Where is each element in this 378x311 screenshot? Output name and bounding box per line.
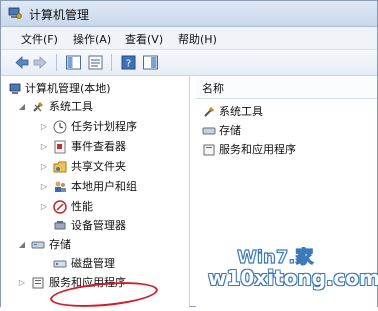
forward-icon[interactable] <box>32 54 49 71</box>
window: 计算机管理 文件(F) 操作(A) 查看(V) 帮助(H) ? 计算机管理(本地… <box>0 0 378 311</box>
tree-label: 系统工具 <box>49 100 93 113</box>
shared-folder-icon <box>53 161 67 173</box>
collapse-icon[interactable]: ◢ <box>17 102 27 112</box>
properties-icon[interactable] <box>87 54 104 71</box>
name-column-label: 名称 <box>202 82 224 95</box>
tree-item-device-manager[interactable]: 设备管理器 <box>53 217 163 235</box>
expand-icon[interactable]: ▷ <box>39 122 49 132</box>
list-item-storage[interactable]: 存储 <box>202 122 342 140</box>
services-apps-icon <box>32 277 44 289</box>
tree-label: 磁盘管理 <box>71 257 115 270</box>
tree-label: 性能 <box>71 200 93 213</box>
back-icon[interactable] <box>13 54 30 71</box>
title-bar: 计算机管理 <box>1 1 377 27</box>
performance-icon <box>53 200 67 214</box>
tree-label: 设备管理器 <box>71 219 126 232</box>
computer-management-icon <box>9 83 21 94</box>
tree-label: 本地用户和组 <box>71 180 137 193</box>
list-item-services-apps[interactable]: 服务和应用程序 <box>202 141 372 159</box>
svg-text:?: ? <box>126 59 131 70</box>
list-item-label: 服务和应用程序 <box>219 143 296 156</box>
tree-root-label: 计算机管理(本地) <box>25 82 111 95</box>
window-title: 计算机管理 <box>29 8 90 22</box>
show-action-pane-icon[interactable] <box>142 54 159 71</box>
computer-management-icon <box>8 7 22 19</box>
tree-label: 任务计划程序 <box>71 120 137 133</box>
clock-icon <box>53 120 67 134</box>
menu-help[interactable]: 帮助(H) <box>178 31 217 47</box>
tree-item-system-tools[interactable]: ◢ 系统工具 <box>17 98 157 116</box>
expand-icon[interactable]: ▷ <box>39 142 49 152</box>
svg-text:Win7.家: Win7.家 <box>237 247 314 267</box>
list-item-label: 存储 <box>219 124 241 137</box>
users-icon <box>55 181 66 192</box>
show-hide-tree-icon[interactable] <box>65 54 82 71</box>
tree-item-event-viewer[interactable]: ▷ 事件查看器 <box>39 138 179 156</box>
expand-icon[interactable]: ▷ <box>39 202 49 212</box>
tree-root[interactable]: 计算机管理(本地) <box>9 80 169 98</box>
watermark-url: w10xitong.com <box>208 266 378 290</box>
tree-label: 存储 <box>49 238 71 251</box>
expand-icon[interactable]: ▷ <box>39 182 49 192</box>
help-icon[interactable]: ? <box>120 54 137 71</box>
storage-icon <box>202 127 216 135</box>
disk-management-icon <box>53 260 67 268</box>
menu-bar: 文件(F) 操作(A) 查看(V) 帮助(H) <box>1 27 377 50</box>
toolbar: ? <box>1 50 377 76</box>
storage-icon <box>31 241 45 249</box>
list-item-label: 系统工具 <box>219 105 263 118</box>
tree-item-shared-folders[interactable]: ▷ 共享文件夹 <box>39 158 179 176</box>
expand-icon[interactable]: ▷ <box>17 278 27 288</box>
toolbar-separator <box>111 54 112 71</box>
watermark-logo: Win7.家 <box>236 245 377 268</box>
menu-file[interactable]: 文件(F) <box>21 31 58 47</box>
menu-view[interactable]: 查看(V) <box>125 31 163 47</box>
device-manager-icon <box>54 221 66 230</box>
toolbar-separator <box>56 54 57 71</box>
services-apps-icon <box>203 144 215 156</box>
tree-item-performance[interactable]: ▷ 性能 <box>39 198 179 216</box>
tree-label: 事件查看器 <box>71 140 126 153</box>
collapse-icon[interactable]: ◢ <box>17 240 27 250</box>
tree-label: 共享文件夹 <box>71 160 126 173</box>
name-column-header[interactable]: 名称 <box>196 76 377 99</box>
event-log-icon <box>54 140 66 154</box>
list-item-system-tools[interactable]: 系统工具 <box>202 103 342 121</box>
tree-item-disk-management[interactable]: 磁盘管理 <box>53 255 163 273</box>
navigation-tree: 计算机管理(本地) ◢ 系统工具 ▷ 任务计划程序 ▷ 事件查看器 ▷ 共享文件… <box>1 76 190 311</box>
expand-icon[interactable]: ▷ <box>39 162 49 172</box>
tree-item-task-scheduler[interactable]: ▷ 任务计划程序 <box>39 118 179 136</box>
tree-item-storage[interactable]: ◢ 存储 <box>17 236 117 254</box>
tools-icon <box>204 106 215 117</box>
tree-item-local-users-groups[interactable]: ▷ 本地用户和组 <box>39 178 179 196</box>
menu-action[interactable]: 操作(A) <box>73 31 111 47</box>
tools-icon <box>33 101 44 112</box>
